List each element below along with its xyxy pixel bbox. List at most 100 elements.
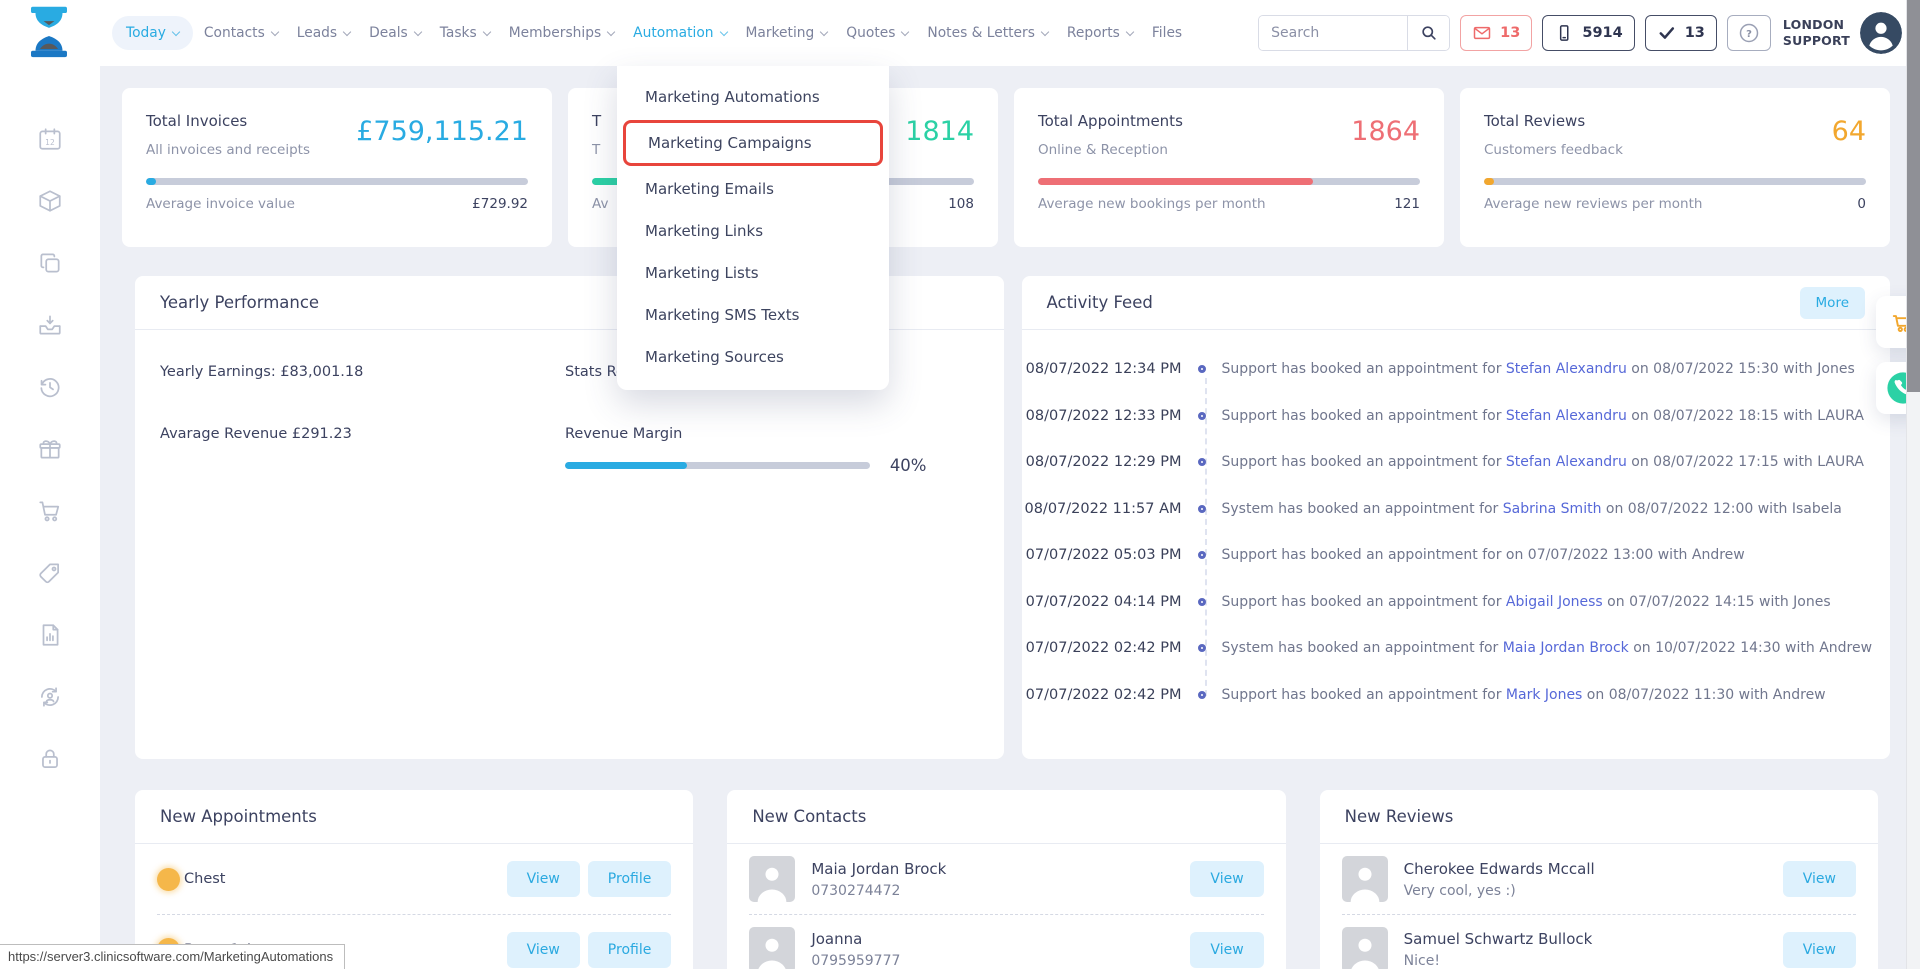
activity-entry: 07/07/2022 02:42 PMSystem has booked an …	[1022, 625, 1891, 672]
entry-text: System has booked an appointment for	[1222, 640, 1503, 656]
nav-item-notes-letters[interactable]: Notes & Letters	[919, 16, 1055, 50]
nav-label: Notes & Letters	[927, 25, 1034, 41]
app-root: Today Contacts Leads Deals Tasks Members…	[0, 0, 1920, 969]
search-box	[1258, 15, 1450, 51]
entry-text: System has booked an appointment for	[1222, 501, 1503, 517]
avatar	[749, 927, 795, 969]
nav-item-quotes[interactable]: Quotes	[838, 16, 916, 50]
nav-item-today[interactable]: Today	[112, 16, 193, 50]
chevron-down-icon	[413, 27, 421, 35]
menu-item-marketing-sms-texts[interactable]: Marketing SMS Texts	[617, 294, 889, 336]
contact-name: Joanna	[811, 930, 1182, 948]
menu-item-marketing-sources[interactable]: Marketing Sources	[617, 336, 889, 378]
menu-item-marketing-lists[interactable]: Marketing Lists	[617, 252, 889, 294]
new-appointments-card: New Appointments Chest View Profile Boto…	[135, 790, 693, 969]
view-button[interactable]: View	[1190, 932, 1263, 968]
stat-card-total-reviews: Total Reviews Customers feedback 64 Aver…	[1460, 88, 1890, 247]
menu-item-marketing-emails[interactable]: Marketing Emails	[617, 168, 889, 210]
revenue-margin-value: 40%	[890, 456, 927, 475]
scrollbar[interactable]	[1906, 0, 1920, 969]
nav-item-reports[interactable]: Reports	[1059, 16, 1141, 50]
stat-footer-label: Average new reviews per month	[1484, 196, 1702, 212]
calendar-icon[interactable]: 12	[37, 126, 63, 152]
calls-badge[interactable]: 5914	[1542, 15, 1634, 51]
view-button[interactable]: View	[1783, 932, 1856, 968]
avatar	[749, 856, 795, 902]
gift-icon[interactable]	[37, 436, 63, 462]
nav-item-deals[interactable]: Deals	[361, 16, 429, 50]
stat-footer-label: Av	[592, 196, 608, 212]
timeline-marker-icon	[1198, 598, 1206, 606]
view-button[interactable]: View	[507, 932, 580, 968]
view-button[interactable]: View	[1783, 861, 1856, 897]
more-button[interactable]: More	[1800, 287, 1865, 319]
package-icon[interactable]	[37, 188, 63, 214]
contact-link[interactable]: Abigail Joness	[1506, 594, 1603, 610]
menu-item-marketing-links[interactable]: Marketing Links	[617, 210, 889, 252]
nav-item-tasks[interactable]: Tasks	[432, 16, 498, 50]
contact-link[interactable]: Maia Jordan Brock	[1503, 640, 1629, 656]
menu-item-marketing-automations[interactable]: Marketing Automations	[617, 76, 889, 118]
inbox-in-icon[interactable]	[37, 312, 63, 338]
tasks-badge[interactable]: 13	[1645, 15, 1717, 51]
stat-title: Total Invoices	[146, 112, 310, 130]
chevron-down-icon	[271, 27, 279, 35]
appointment-row: Chest View Profile	[157, 844, 671, 914]
menu-item-marketing-campaigns[interactable]: Marketing Campaigns	[626, 123, 880, 163]
copy-icon[interactable]	[37, 250, 63, 276]
activity-entry: 08/07/2022 12:34 PMSupport has booked an…	[1022, 346, 1891, 393]
stat-subtitle: Online & Reception	[1038, 142, 1183, 158]
account-sync-icon[interactable]	[37, 684, 63, 710]
view-button[interactable]: View	[1190, 861, 1263, 897]
contact-link[interactable]: Sabrina Smith	[1503, 501, 1602, 517]
nav-item-contacts[interactable]: Contacts	[196, 16, 286, 50]
cart-icon[interactable]	[37, 498, 63, 524]
profile-button[interactable]: Profile	[588, 932, 672, 968]
contact-link[interactable]: Stefan Alexandru	[1506, 361, 1627, 377]
top-navbar: Today Contacts Leads Deals Tasks Members…	[0, 0, 1920, 66]
avatar	[1342, 927, 1388, 969]
tasks-count: 13	[1685, 25, 1705, 41]
person-icon	[1860, 12, 1902, 54]
messages-badge[interactable]: 13	[1460, 15, 1532, 51]
entry-text: Support has booked an appointment for	[1222, 594, 1506, 610]
lock-icon[interactable]	[37, 746, 63, 772]
view-button[interactable]: View	[507, 861, 580, 897]
help-button[interactable]: ?	[1727, 15, 1771, 51]
contact-link[interactable]: Stefan Alexandru	[1506, 408, 1627, 424]
search-button[interactable]	[1407, 16, 1449, 50]
nav-label: Tasks	[440, 25, 477, 41]
mid-row: Yearly Performance Yearly Earnings: £83,…	[135, 276, 1890, 759]
profile-button[interactable]: Profile	[588, 861, 672, 897]
stat-title: Total Appointments	[1038, 112, 1183, 130]
nav-item-marketing[interactable]: Marketing	[738, 16, 836, 50]
nav-item-leads[interactable]: Leads	[289, 16, 358, 50]
clinicsoftware-logo-icon[interactable]	[22, 4, 76, 62]
contact-link[interactable]: Mark Jones	[1506, 687, 1582, 703]
report-icon[interactable]	[37, 622, 63, 648]
messages-count: 13	[1500, 25, 1520, 41]
appointment-dot-icon	[157, 868, 180, 891]
revenue-margin-bar	[565, 462, 870, 469]
stat-card-total-appointments: Total Appointments Online & Reception 18…	[1014, 88, 1444, 247]
chevron-down-icon	[172, 27, 180, 35]
contact-link[interactable]: Stefan Alexandru	[1506, 454, 1627, 470]
chevron-down-icon	[482, 27, 490, 35]
history-icon[interactable]	[37, 374, 63, 400]
entry-time: 08/07/2022 12:33 PM	[1022, 408, 1182, 424]
nav-item-automation[interactable]: Automation	[625, 16, 734, 50]
timeline-marker-icon	[1198, 365, 1206, 373]
stat-title: T	[592, 112, 601, 130]
nav-item-files[interactable]: Files	[1144, 16, 1190, 50]
contact-phone: 0730274472	[811, 883, 1182, 899]
search-input[interactable]	[1259, 16, 1407, 50]
nav-item-memberships[interactable]: Memberships	[501, 16, 622, 50]
scrollbar-thumb[interactable]	[1907, 0, 1920, 392]
user-avatar[interactable]	[1860, 12, 1902, 54]
main-nav: Today Contacts Leads Deals Tasks Members…	[112, 16, 1190, 50]
nav-label: Contacts	[204, 25, 265, 41]
tag-icon[interactable]	[37, 560, 63, 586]
appointment-label: Chest	[184, 871, 225, 887]
revenue-margin-label: Revenue Margin	[565, 426, 927, 442]
card-title: New Reviews	[1345, 807, 1454, 826]
